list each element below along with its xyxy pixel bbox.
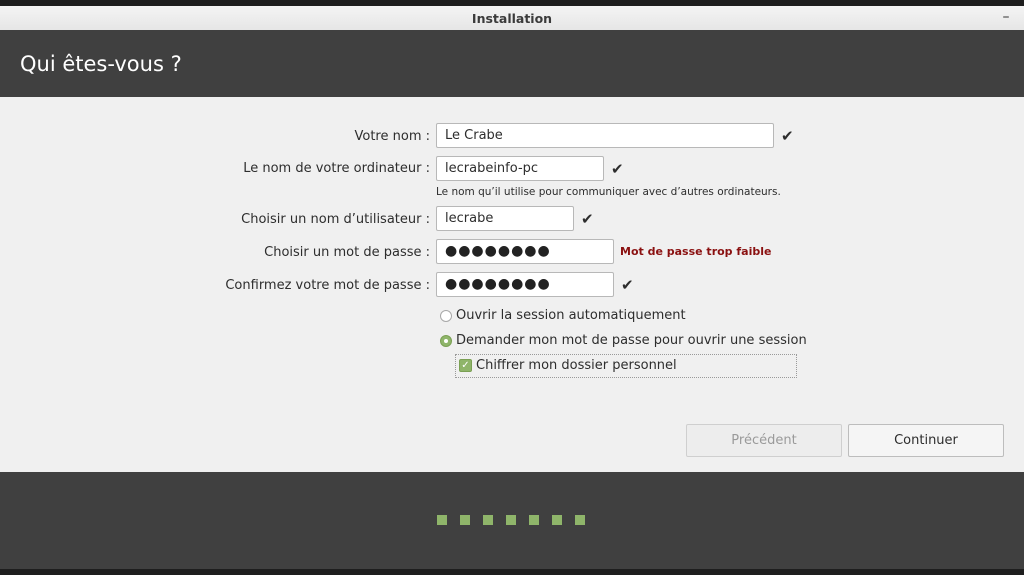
- installer-window: Installation – Qui êtes-vous ? Votre nom…: [0, 6, 1024, 569]
- minimize-button[interactable]: –: [998, 8, 1014, 26]
- progress-step-4: [506, 515, 516, 525]
- continue-button[interactable]: Continuer: [848, 424, 1004, 457]
- computer-valid-check-icon: ✔: [611, 160, 624, 178]
- confirm-password-input[interactable]: ●●●●●●●●: [436, 272, 614, 297]
- computer-name-input[interactable]: lecrabeinfo-pc: [436, 156, 604, 181]
- username-label: Choisir un nom d’utilisateur :: [241, 212, 430, 227]
- auto-login-radio[interactable]: [440, 310, 452, 322]
- auto-login-label[interactable]: Ouvrir la session automatiquement: [456, 308, 686, 323]
- encrypt-home-label[interactable]: Chiffrer mon dossier personnel: [476, 358, 677, 373]
- progress-step-5: [529, 515, 539, 525]
- name-label: Votre nom :: [354, 129, 431, 144]
- name-input[interactable]: Le Crabe: [436, 123, 774, 148]
- user-form: Votre nom : Le Crabe ✔ Le nom de votre o…: [0, 97, 1024, 472]
- name-valid-check-icon: ✔: [781, 127, 794, 145]
- password-label: Choisir un mot de passe :: [264, 245, 430, 260]
- progress-footer: [0, 472, 1024, 569]
- progress-step-7: [575, 515, 585, 525]
- username-input[interactable]: lecrabe: [436, 206, 574, 231]
- confirm-password-label: Confirmez votre mot de passe :: [225, 278, 430, 293]
- page-title: Qui êtes-vous ?: [20, 52, 182, 76]
- progress-step-6: [552, 515, 562, 525]
- progress-step-3: [483, 515, 493, 525]
- progress-step-1: [437, 515, 447, 525]
- window-title: Installation: [471, 11, 553, 26]
- password-input[interactable]: ●●●●●●●●: [436, 239, 614, 264]
- title-bar: Installation –: [0, 6, 1024, 31]
- confirm-valid-check-icon: ✔: [621, 276, 634, 294]
- ask-password-radio[interactable]: [440, 335, 452, 347]
- username-valid-check-icon: ✔: [581, 210, 594, 228]
- progress-step-2: [460, 515, 470, 525]
- encrypt-home-checkbox[interactable]: ✓: [459, 359, 472, 372]
- ask-password-label[interactable]: Demander mon mot de passe pour ouvrir un…: [456, 333, 807, 348]
- page-header: Qui êtes-vous ?: [0, 30, 1024, 97]
- computer-name-label: Le nom de votre ordinateur :: [243, 161, 430, 176]
- password-strength-warning: Mot de passe trop faible: [620, 245, 772, 258]
- computer-name-hint: Le nom qu’il utilise pour communiquer av…: [436, 186, 781, 198]
- back-button[interactable]: Précédent: [686, 424, 842, 457]
